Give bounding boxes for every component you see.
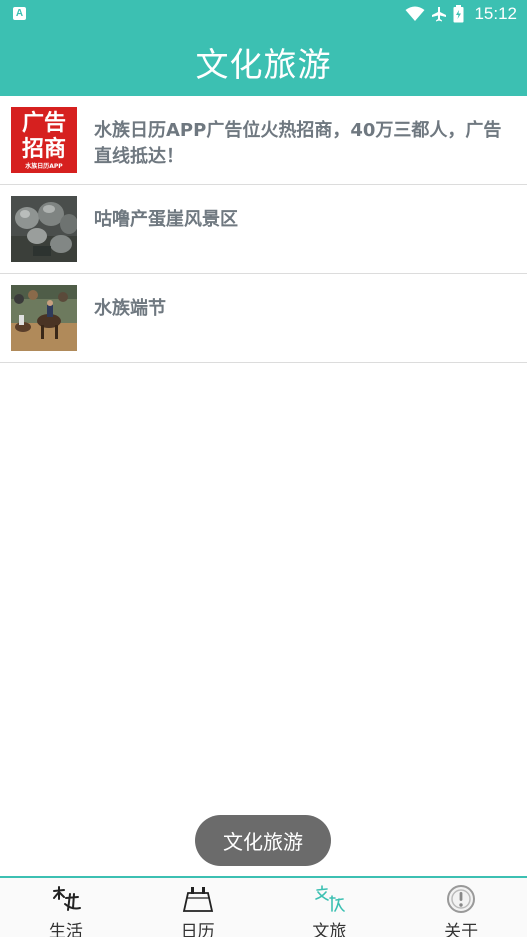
page-title: 文化旅游 [195, 44, 332, 84]
toast-message: 文化旅游 [195, 815, 331, 866]
list-item-title: 水族端节 [94, 298, 166, 319]
ad-thumb-line1: 广告 [21, 111, 66, 136]
notification-a-icon: A [13, 7, 26, 20]
clock: 15:12 [474, 4, 517, 23]
airplane-icon [432, 7, 447, 22]
list-item-title: 水族日历APP广告位火热招商，40万三都人，广告直线抵达！ [94, 120, 502, 167]
tab-label: 生活 [48, 922, 83, 937]
list-item[interactable]: 广告 招商 水族日历APP 水族日历APP广告位火热招商，40万三都人，广告直线… [0, 96, 527, 185]
calendar-icon [182, 887, 213, 912]
battery-icon [453, 5, 464, 23]
tab-label: 关于 [444, 922, 479, 937]
article-list: 广告 招商 水族日历APP 水族日历APP广告位火热招商，40万三都人，广告直线… [0, 96, 527, 363]
tab-life[interactable]: 生活 [0, 878, 132, 937]
tab-about[interactable]: 关于 [395, 878, 527, 937]
festival-thumbnail [11, 285, 77, 351]
tab-label: 日历 [180, 922, 215, 937]
calligraphy-culture-icon [315, 885, 346, 912]
status-bar: A 15:12 [0, 0, 527, 27]
wifi-icon [405, 6, 425, 21]
app-header: 文化旅游 [0, 27, 527, 96]
tab-label: 文旅 [312, 922, 347, 937]
calligraphy-local-icon [52, 886, 81, 911]
info-icon [447, 885, 476, 913]
status-icons: 15:12 [405, 3, 517, 25]
ad-thumbnail: 广告 招商 水族日历APP [11, 107, 77, 173]
tab-calendar[interactable]: 日历 [132, 878, 264, 937]
ad-thumb-line2: 招商 [21, 137, 66, 162]
bottom-tab-bar: 生活 日历 文旅 关于 [0, 876, 527, 937]
tab-culture-travel[interactable]: 文旅 [264, 878, 396, 937]
list-item[interactable]: 咕噜产蛋崖风景区 [0, 185, 527, 274]
ad-thumb-caption: 水族日历APP [25, 163, 63, 170]
scenic-area-thumbnail [11, 196, 77, 262]
list-item[interactable]: 水族端节 [0, 274, 527, 363]
list-item-title: 咕噜产蛋崖风景区 [94, 209, 238, 230]
